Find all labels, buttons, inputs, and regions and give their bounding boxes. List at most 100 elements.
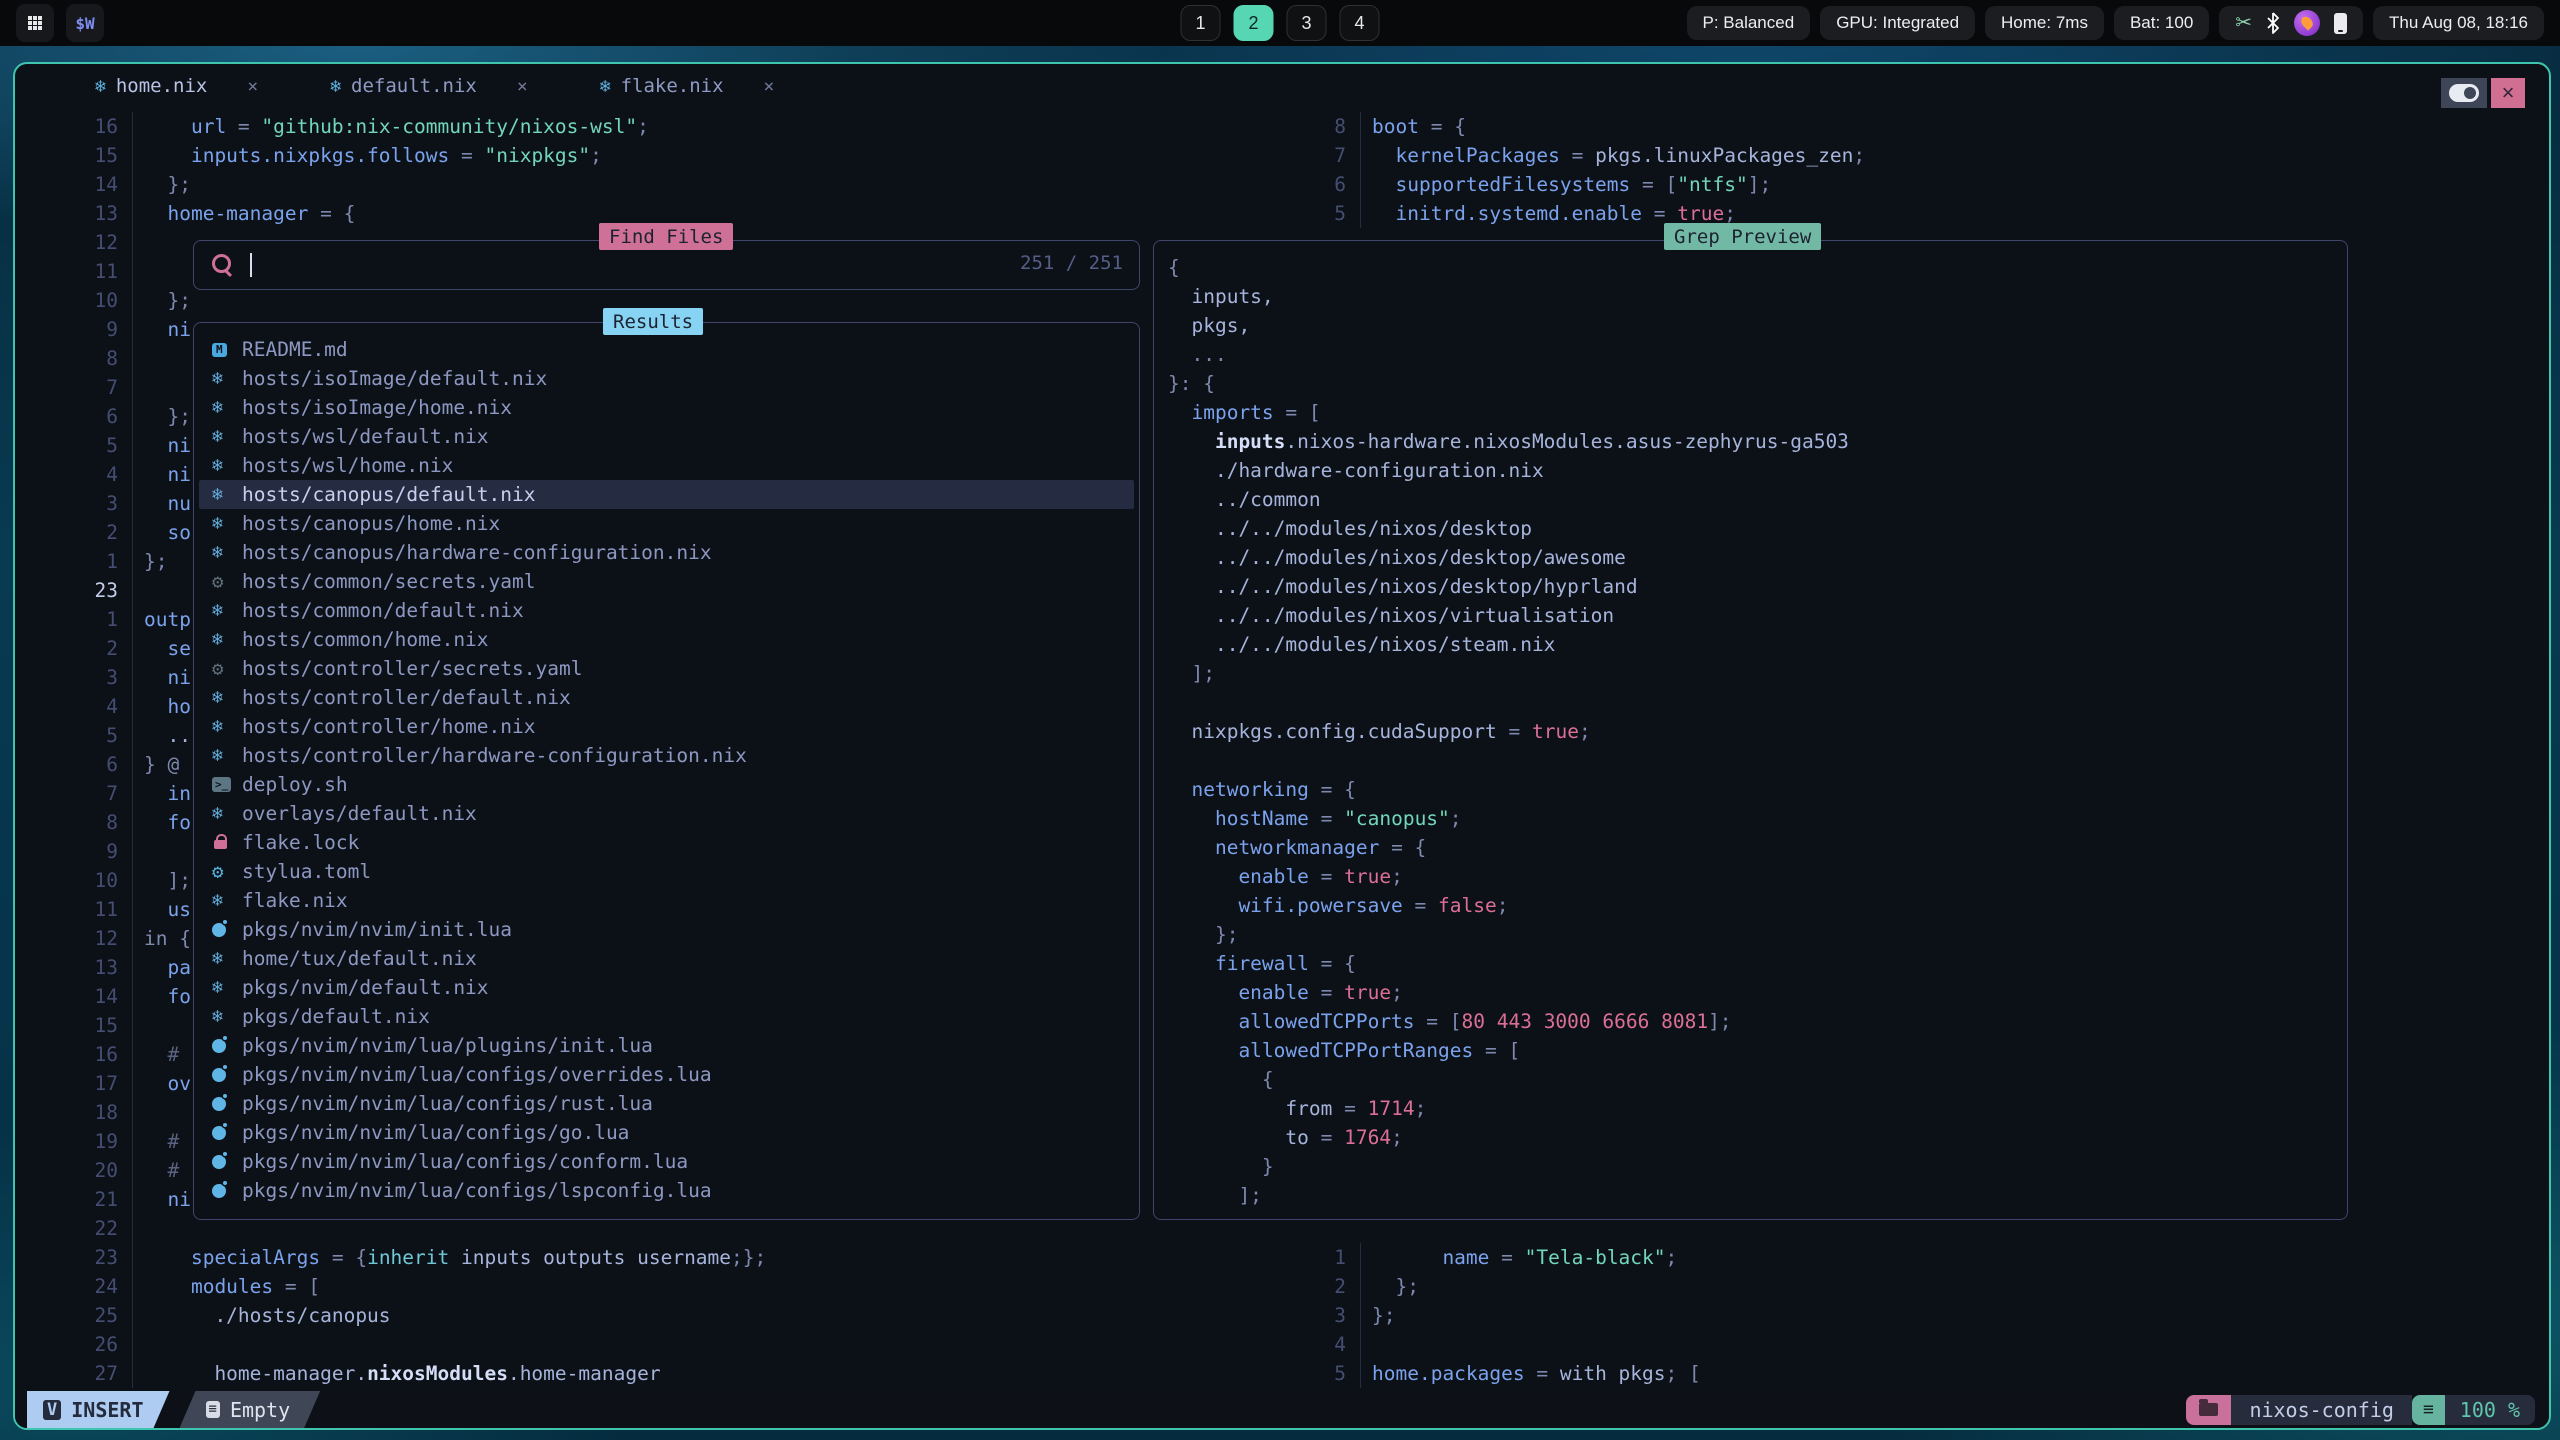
- editor-tabbar: ❄ home.nix × ❄ default.nix × ❄ flake.nix…: [15, 64, 2549, 108]
- tab-home-nix[interactable]: ❄ home.nix ×: [95, 75, 258, 97]
- result-item[interactable]: hosts/canopus/default.nix: [199, 480, 1134, 509]
- result-item[interactable]: pkgs/nvim/nvim/lua/configs/lspconfig.lua: [199, 1176, 1134, 1205]
- code-line: 5home.packages = with pkgs; [: [1302, 1359, 1701, 1388]
- find-files-title: Find Files: [599, 223, 733, 250]
- tab-flake-nix[interactable]: ❄ flake.nix ×: [600, 75, 775, 97]
- result-label: README.md: [242, 338, 348, 361]
- tab-close-icon[interactable]: ×: [247, 76, 258, 97]
- result-item[interactable]: hosts/common/secrets.yaml: [199, 567, 1134, 596]
- result-item[interactable]: hosts/canopus/hardware-configuration.nix: [199, 538, 1134, 567]
- result-item[interactable]: flake.lock: [199, 828, 1134, 857]
- result-item[interactable]: README.md: [199, 335, 1134, 364]
- result-item[interactable]: hosts/common/default.nix: [199, 596, 1134, 625]
- nix-file-icon: [212, 364, 242, 393]
- result-item[interactable]: hosts/common/home.nix: [199, 625, 1134, 654]
- preview-line: ../../modules/nixos/virtualisation: [1168, 601, 1614, 630]
- grep-preview-pane: { inputs, pkgs, ...}: { imports = [ inpu…: [1153, 240, 2348, 1220]
- result-item[interactable]: overlays/default.nix: [199, 799, 1134, 828]
- code-line: 13 home-manager = {: [62, 199, 355, 228]
- battery-pill[interactable]: Bat: 100: [2114, 6, 2209, 40]
- gear-blue-file-icon: [212, 857, 242, 886]
- nix-file-icon: [212, 480, 242, 509]
- workspace-button-2-active[interactable]: 2: [1234, 5, 1274, 41]
- system-tray[interactable]: ✂: [2219, 6, 2363, 40]
- window-toggle-button[interactable]: [2441, 78, 2487, 108]
- term-file-icon: [212, 770, 242, 799]
- nix-file-icon: [212, 1002, 242, 1031]
- top-status-bar: $W 1 2 3 4 P: Balanced GPU: Integrated H…: [0, 0, 2560, 46]
- result-item[interactable]: stylua.toml: [199, 857, 1134, 886]
- code-line: 2 so: [62, 518, 191, 547]
- window-close-button[interactable]: ×: [2491, 78, 2525, 108]
- project-name-segment: nixos-config: [2231, 1395, 2412, 1425]
- preview-line: allowedTCPPortRanges = [: [1168, 1036, 1520, 1065]
- result-item[interactable]: hosts/wsl/default.nix: [199, 422, 1134, 451]
- workspace-button-4[interactable]: 4: [1340, 5, 1380, 41]
- preview-line: imports = [: [1168, 398, 1321, 427]
- result-item[interactable]: pkgs/nvim/nvim/lua/configs/overrides.lua: [199, 1060, 1134, 1089]
- code-line: 8 fo: [62, 808, 191, 837]
- preview-line: enable = true;: [1168, 862, 1403, 891]
- lua-file-icon: [212, 1089, 242, 1118]
- scissors-icon[interactable]: ✂: [2235, 13, 2252, 33]
- code-line: 17 ov: [62, 1069, 191, 1098]
- apps-grid-icon: [28, 16, 32, 20]
- result-item[interactable]: pkgs/nvim/nvim/init.lua: [199, 915, 1134, 944]
- result-item[interactable]: hosts/isoImage/default.nix: [199, 364, 1134, 393]
- result-label: hosts/isoImage/default.nix: [242, 367, 547, 390]
- tab-close-icon[interactable]: ×: [764, 76, 775, 97]
- result-item[interactable]: pkgs/nvim/nvim/lua/configs/conform.lua: [199, 1147, 1134, 1176]
- result-label: pkgs/nvim/nvim/lua/configs/go.lua: [242, 1121, 629, 1144]
- code-line: 3 ni: [62, 663, 191, 692]
- code-line: 15: [62, 1011, 144, 1040]
- workspace-button-3[interactable]: 3: [1287, 5, 1327, 41]
- clock-pill[interactable]: Thu Aug 08, 18:16: [2373, 6, 2544, 40]
- bluetooth-icon[interactable]: [2266, 12, 2280, 34]
- code-line: 11 us: [62, 895, 191, 924]
- tab-default-nix[interactable]: ❄ default.nix ×: [330, 75, 528, 97]
- app-launcher-button[interactable]: [16, 4, 54, 42]
- result-label: hosts/controller/default.nix: [242, 686, 571, 709]
- result-item[interactable]: hosts/wsl/home.nix: [199, 451, 1134, 480]
- phone-icon[interactable]: [2334, 13, 2347, 34]
- result-label: home/tux/default.nix: [242, 947, 477, 970]
- tab-close-icon[interactable]: ×: [517, 76, 528, 97]
- results-list[interactable]: README.md hosts/isoImage/default.nix hosts…: [193, 322, 1140, 1220]
- result-item[interactable]: pkgs/default.nix: [199, 1002, 1134, 1031]
- power-profile-pill[interactable]: P: Balanced: [1687, 6, 1811, 40]
- gpu-pill[interactable]: GPU: Integrated: [1820, 6, 1975, 40]
- lua-file-icon: [212, 915, 242, 944]
- power-profile-label: P: Balanced: [1703, 13, 1795, 33]
- code-line: 11: [62, 257, 144, 286]
- preview-line: };: [1168, 920, 1238, 949]
- preview-line: hostName = "canopus";: [1168, 804, 1462, 833]
- result-item[interactable]: pkgs/nvim/nvim/lua/plugins/init.lua: [199, 1031, 1134, 1060]
- scroll-icon-segment: ≡: [2412, 1395, 2445, 1425]
- tab-label: home.nix: [116, 75, 208, 97]
- preview-line: {: [1168, 1065, 1274, 1094]
- preview-line: inputs.nixos-hardware.nixosModules.asus-…: [1168, 427, 1849, 456]
- result-item[interactable]: pkgs/nvim/nvim/lua/configs/rust.lua: [199, 1089, 1134, 1118]
- result-item[interactable]: deploy.sh: [199, 770, 1134, 799]
- result-item[interactable]: hosts/isoImage/home.nix: [199, 393, 1134, 422]
- result-item[interactable]: pkgs/nvim/nvim/lua/configs/go.lua: [199, 1118, 1134, 1147]
- result-item[interactable]: hosts/controller/hardware-configuration.…: [199, 741, 1134, 770]
- nix-icon: ❄: [95, 76, 106, 97]
- workspace-badge[interactable]: $W: [66, 4, 104, 42]
- workspace-button-1[interactable]: 1: [1181, 5, 1221, 41]
- result-item[interactable]: hosts/controller/secrets.yaml: [199, 654, 1134, 683]
- result-item[interactable]: hosts/controller/default.nix: [199, 683, 1134, 712]
- code-line: 24 modules = [: [62, 1272, 320, 1301]
- result-label: flake.lock: [242, 831, 359, 854]
- code-line: 1 name = "Tela-black";: [1302, 1243, 1677, 1272]
- code-line: 10 };: [62, 286, 191, 315]
- result-item[interactable]: hosts/controller/home.nix: [199, 712, 1134, 741]
- result-item[interactable]: hosts/canopus/home.nix: [199, 509, 1134, 538]
- code-line: 4 ni: [62, 460, 191, 489]
- code-line: 1};: [62, 547, 167, 576]
- result-item[interactable]: flake.nix: [199, 886, 1134, 915]
- result-item[interactable]: pkgs/nvim/default.nix: [199, 973, 1134, 1002]
- flame-icon[interactable]: [2294, 10, 2320, 36]
- result-item[interactable]: home/tux/default.nix: [199, 944, 1134, 973]
- ping-pill[interactable]: Home: 7ms: [1985, 6, 2104, 40]
